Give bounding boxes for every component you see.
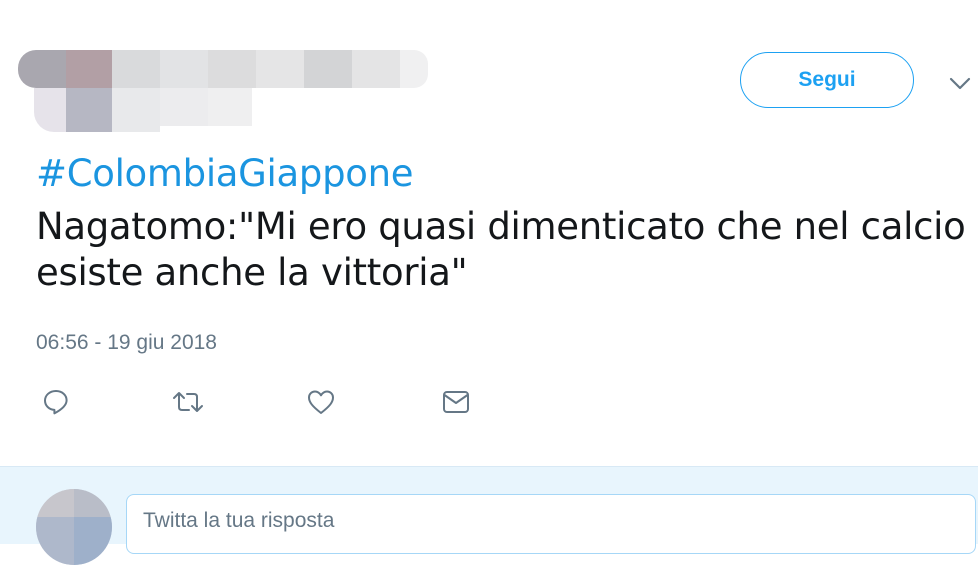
tweet-timestamp[interactable]: 06:56 - 19 giu 2018	[36, 331, 217, 355]
author-censored	[18, 42, 430, 134]
chevron-down-icon[interactable]	[946, 70, 974, 98]
heart-icon[interactable]	[303, 384, 339, 420]
envelope-icon[interactable]	[438, 384, 474, 420]
reply-input[interactable]: Twitta la tua risposta	[126, 494, 976, 554]
hashtag-link[interactable]: #ColombiaGiappone	[36, 152, 414, 195]
follow-button[interactable]: Segui	[740, 52, 914, 108]
avatar	[36, 489, 112, 565]
reply-composer: Twitta la tua risposta	[0, 466, 978, 565]
tweet-text: Nagatomo:"Mi ero quasi dimenticato che n…	[36, 205, 966, 294]
retweet-icon[interactable]	[170, 384, 206, 420]
reply-icon[interactable]	[38, 384, 74, 420]
